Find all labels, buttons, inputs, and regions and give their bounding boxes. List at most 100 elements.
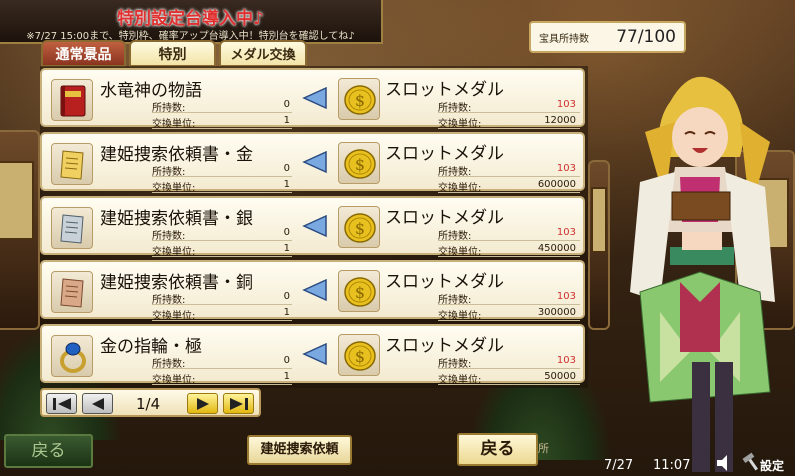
slot-medal-icon: $ xyxy=(338,78,380,120)
unit-label: 交換単位: xyxy=(152,247,196,258)
slot-medal-icon: $ xyxy=(338,206,380,248)
place-label: 所 xyxy=(538,442,549,455)
bronze-scroll-icon xyxy=(51,271,93,313)
hammer-icon xyxy=(742,452,758,471)
reward-unit-value: 450000 xyxy=(537,243,576,254)
reward-owned: 所持数: 103 xyxy=(438,355,580,370)
last-page-button[interactable] xyxy=(223,393,254,414)
skip-back-icon xyxy=(53,398,71,410)
reward-name: スロットメダル xyxy=(385,144,504,164)
red-book-icon xyxy=(51,79,93,121)
owned-value: 0 xyxy=(283,355,290,366)
unit-value: 1 xyxy=(283,307,290,318)
game-screen: 特別設定台導入中♪ ※7/27 15:00まで、特別枠、確率アップ台導入中！特別… xyxy=(0,0,795,476)
tab-special[interactable]: 特別 xyxy=(129,40,216,67)
owned-label: 所持数: xyxy=(152,359,186,370)
svg-text:$: $ xyxy=(355,283,365,302)
item-owned: 所持数: 0 xyxy=(152,355,292,370)
exchange-arrow-icon xyxy=(302,278,327,302)
unit-label: 交換単位: xyxy=(152,119,196,130)
owned-label: 所持数: xyxy=(152,167,186,178)
svg-text:$: $ xyxy=(355,91,365,110)
owned-value: 0 xyxy=(283,291,290,302)
reward-owned-value: 103 xyxy=(556,163,576,174)
tab-medal-exchange[interactable]: メダル交換 xyxy=(219,40,307,67)
reward-unit-value: 12000 xyxy=(544,115,576,126)
unit-value: 1 xyxy=(283,243,290,254)
owned-label: 所持数: xyxy=(438,295,472,306)
settings-button[interactable]: 設定 xyxy=(742,449,794,476)
reward-owned-value: 103 xyxy=(556,227,576,238)
item-unit: 交換単位: 1 xyxy=(152,371,292,386)
owned-label: 所持数: xyxy=(152,103,186,114)
arrow-left-icon xyxy=(92,398,104,410)
reward-owned: 所持数: 103 xyxy=(438,163,580,178)
item-owned: 所持数: 0 xyxy=(152,227,292,242)
unit-label: 交換単位: xyxy=(438,247,482,258)
prize-row[interactable]: 建姫捜索依頼書・銅 所持数: 0 交換単位: 1 $ スロットメダル 所持数: 103… xyxy=(40,260,585,322)
item-name: 建姫捜索依頼書・銀 xyxy=(100,209,253,229)
treasure-count-box: 宝具所持数 77/100 xyxy=(529,21,686,53)
prize-row[interactable]: 建姫捜索依頼書・金 所持数: 0 交換単位: 1 $ スロットメダル 所持数: 103… xyxy=(40,132,585,194)
reward-owned-value: 103 xyxy=(556,99,576,110)
slot-medal-icon: $ xyxy=(338,142,380,184)
reward-owned-value: 103 xyxy=(556,291,576,302)
unit-label: 交換単位: xyxy=(438,311,482,322)
svg-text:$: $ xyxy=(355,347,365,366)
unit-label: 交換単位: xyxy=(438,375,482,386)
reward-owned: 所持数: 103 xyxy=(438,99,580,114)
exchange-arrow-icon xyxy=(302,86,327,110)
svg-text:$: $ xyxy=(355,219,365,238)
silver-scroll-icon xyxy=(51,207,93,249)
search-request-button[interactable]: 建姫捜索依頼 xyxy=(247,435,352,465)
item-name: 建姫捜索依頼書・銅 xyxy=(100,273,253,293)
reward-unit: 交換単位: 12000 xyxy=(438,115,580,130)
slot-medal-icon: $ xyxy=(338,334,380,376)
reward-unit: 交換単位: 300000 xyxy=(438,307,580,322)
prev-page-button[interactable] xyxy=(82,393,113,414)
back-button[interactable]: 戻る xyxy=(457,433,538,466)
owned-label: 所持数: xyxy=(152,231,186,242)
prize-row[interactable]: 建姫捜索依頼書・銀 所持数: 0 交換単位: 1 $ スロットメダル 所持数: 103… xyxy=(40,196,585,258)
reward-owned: 所持数: 103 xyxy=(438,291,580,306)
page-indicator: 1/4 xyxy=(136,395,161,413)
unit-label: 交換単位: xyxy=(152,375,196,386)
owned-label: 所持数: xyxy=(438,231,472,242)
next-page-button[interactable] xyxy=(187,393,218,414)
item-name: 水竜神の物語 xyxy=(100,81,202,101)
item-name: 建姫捜索依頼書・金 xyxy=(100,145,253,165)
prize-list: 水竜神の物語 所持数: 0 交換単位: 1 $ スロットメダル 所持数: 103 交換… xyxy=(40,66,588,388)
item-unit: 交換単位: 1 xyxy=(152,179,292,194)
owned-value: 0 xyxy=(283,163,290,174)
item-owned: 所持数: 0 xyxy=(152,99,292,114)
character-illustration xyxy=(630,76,775,472)
reward-unit: 交換単位: 50000 xyxy=(438,371,580,386)
status-date: 7/27 xyxy=(604,458,634,473)
prize-row[interactable]: 水竜神の物語 所持数: 0 交換単位: 1 $ スロットメダル 所持数: 103 交換… xyxy=(40,68,585,130)
item-owned: 所持数: 0 xyxy=(152,163,292,178)
banner-title: 特別設定台導入中♪ xyxy=(117,9,264,29)
slot-machine-bg xyxy=(0,130,40,330)
back-button-left[interactable]: 戻る xyxy=(4,434,93,468)
event-banner: 特別設定台導入中♪ ※7/27 15:00まで、特別枠、確率アップ台導入中！特別… xyxy=(0,0,383,44)
exchange-arrow-icon xyxy=(302,214,327,238)
reward-unit-value: 300000 xyxy=(537,307,576,318)
owned-value: 0 xyxy=(283,99,290,110)
reward-unit-value: 50000 xyxy=(544,371,576,382)
prize-row[interactable]: 金の指輪・極 所持数: 0 交換単位: 1 $ スロットメダル 所持数: 103 交換… xyxy=(40,324,585,386)
speaker-icon[interactable] xyxy=(714,452,736,474)
tab-normal-prizes[interactable]: 通常景品 xyxy=(41,40,126,67)
treasure-count-value: 77/100 xyxy=(616,27,676,47)
exchange-arrow-icon xyxy=(302,150,327,174)
owned-value: 0 xyxy=(283,227,290,238)
owned-label: 所持数: xyxy=(438,359,472,370)
gold-scroll-icon xyxy=(51,143,93,185)
unit-label: 交換単位: xyxy=(438,119,482,130)
unit-value: 1 xyxy=(283,371,290,382)
reward-unit: 交換単位: 600000 xyxy=(438,179,580,194)
reward-name: スロットメダル xyxy=(385,336,504,356)
first-page-button[interactable] xyxy=(46,393,77,414)
reward-name: スロットメダル xyxy=(385,208,504,228)
unit-value: 1 xyxy=(283,179,290,190)
arrow-right-icon xyxy=(197,398,209,410)
